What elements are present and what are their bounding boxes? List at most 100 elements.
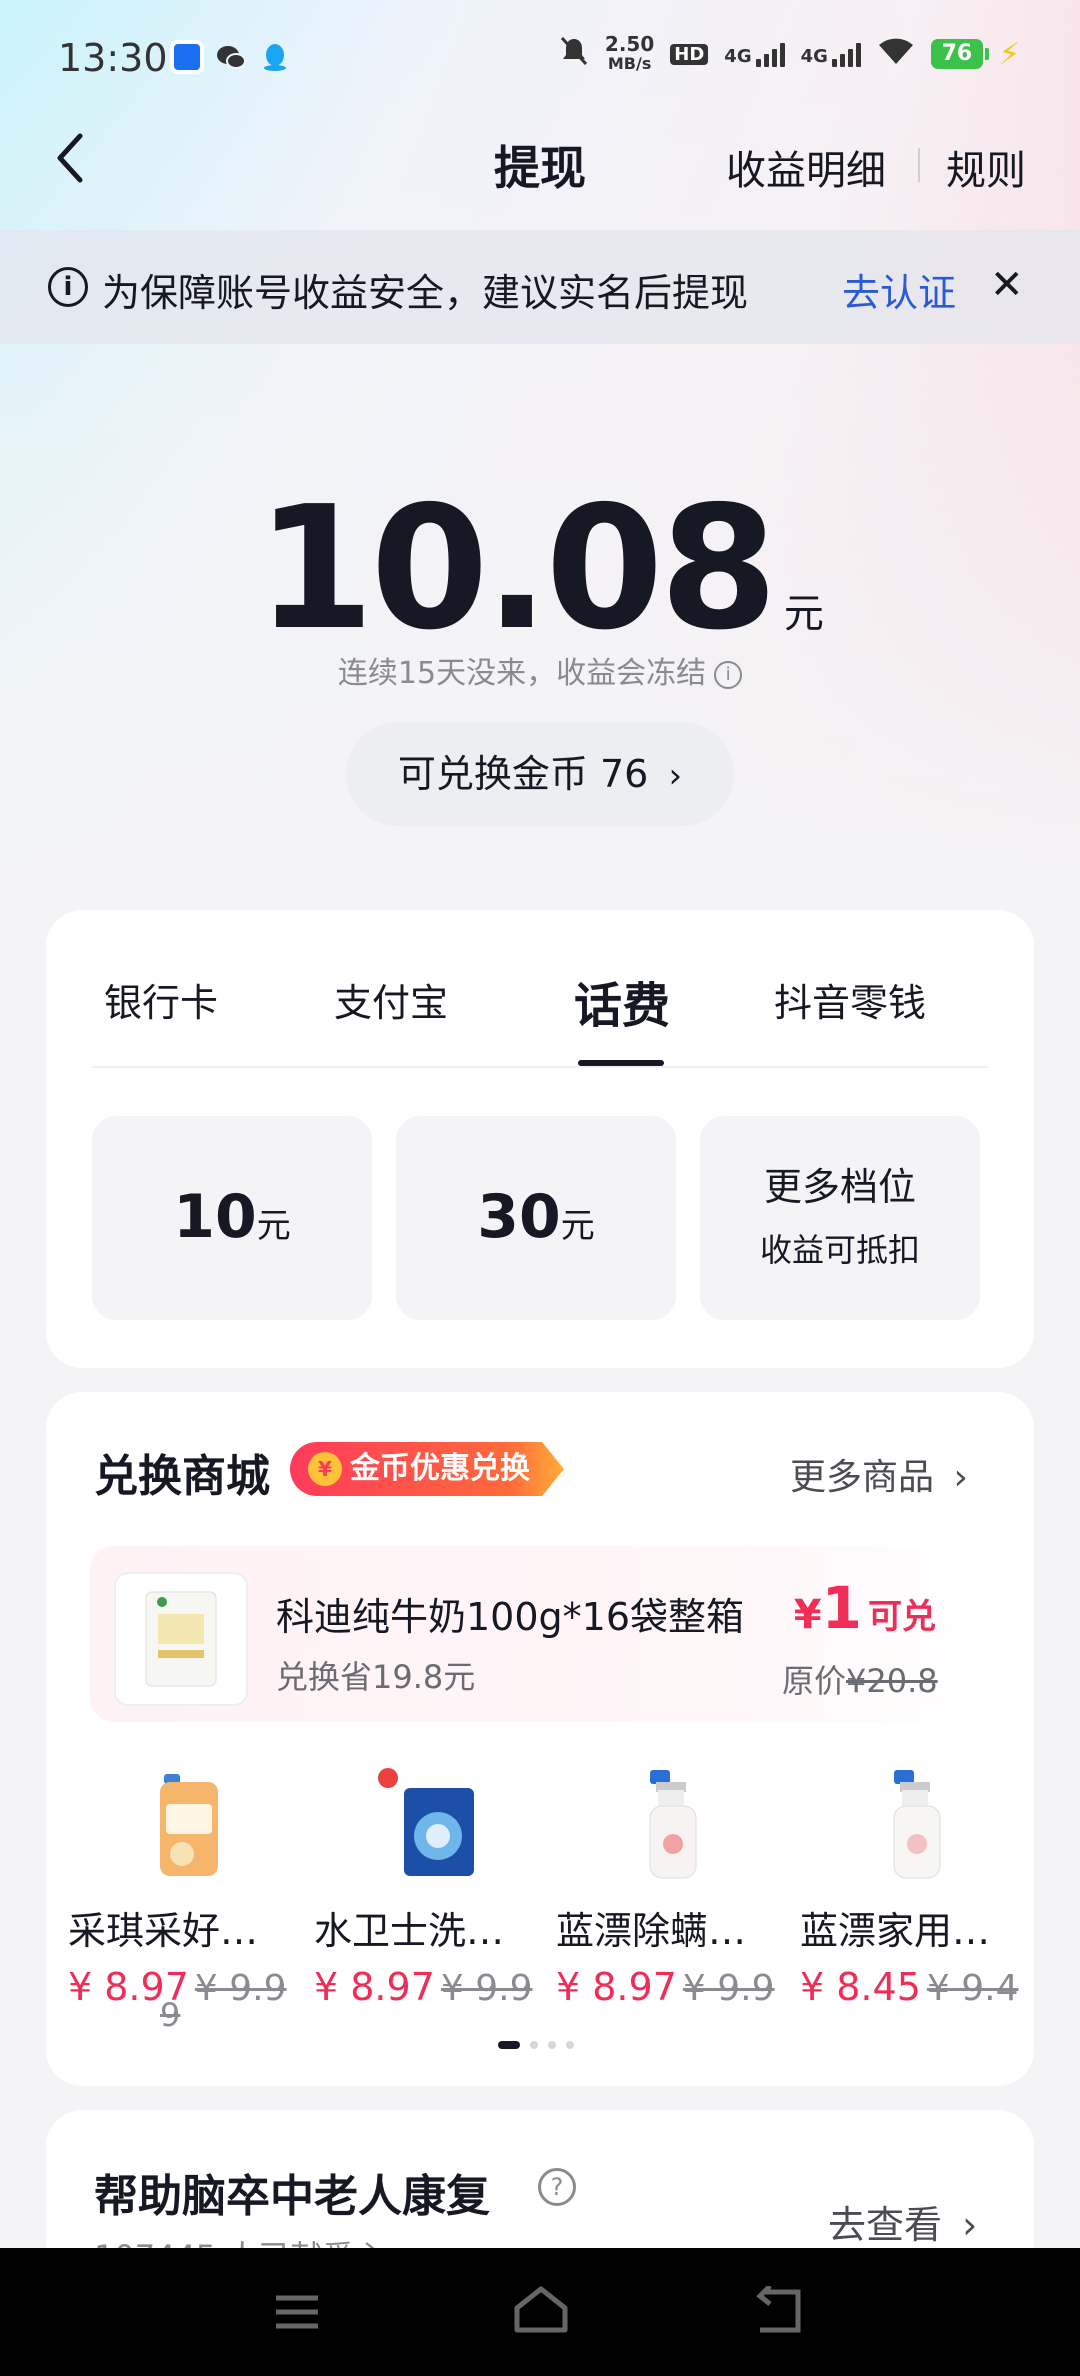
freeze-tip-text: 连续15天没来，收益会冻结	[337, 656, 707, 691]
featured-price: ¥1 可兑	[794, 1574, 936, 1642]
active-tab-indicator	[578, 1060, 664, 1066]
milk-product-image	[114, 1572, 248, 1706]
price-original: ¥ 9.9	[194, 1968, 287, 2009]
badge-label: 金币优惠兑换	[350, 1451, 530, 1486]
price-original: ¥ 9.9	[682, 1968, 775, 2009]
balance-unit: 元	[783, 591, 824, 637]
product-image	[122, 1764, 242, 1884]
price-original: ¥ 9.4	[926, 1968, 1019, 2009]
product-name: 蓝漂家用…	[800, 1909, 991, 1953]
info-icon: i	[48, 267, 88, 307]
header-divider	[918, 148, 920, 182]
page-dot	[530, 2041, 538, 2049]
product-image	[368, 1764, 488, 1884]
net-speed: 2.50	[604, 32, 655, 56]
product-price: ¥ 8.97 ¥ 9.9	[556, 1965, 784, 2009]
option-value: 10	[173, 1182, 257, 1252]
tab-douyin-wallet[interactable]: 抖音零钱	[774, 972, 926, 1027]
more-products-label: 更多商品	[790, 1457, 935, 1498]
rules-link[interactable]: 规则	[946, 138, 1026, 196]
option-unit: 元	[560, 1206, 595, 1246]
home-icon[interactable]	[512, 2284, 570, 2340]
featured-name: 科迪纯牛奶100g*16袋整箱	[276, 1595, 745, 1639]
featured-original-price: 原价¥20.8	[782, 1656, 938, 1702]
charity-title: 帮助脑卒中老人康复	[94, 2171, 490, 2222]
hd-badge: HD	[670, 43, 709, 65]
net-speed-unit: MB/s	[607, 54, 652, 73]
more-tiers-sub: 收益可抵扣	[759, 1231, 920, 1269]
product-item[interactable]: 蓝漂家用… ¥ 8.45 ¥ 9.4	[800, 1764, 1028, 2009]
freeze-tip: 连续15天没来，收益会冻结 i	[0, 648, 1080, 692]
mall-title: 兑换商城	[94, 1451, 270, 1502]
view-charity-link[interactable]: 去查看 ›	[828, 2194, 977, 2249]
mute-icon	[559, 35, 589, 73]
product-price: ¥ 8.97 ¥ 9.9	[314, 1965, 542, 2009]
more-tiers-label: 更多档位	[763, 1165, 916, 1209]
menu-icon[interactable]	[272, 2292, 322, 2336]
tab-phone-credit[interactable]: 话费	[574, 966, 670, 1036]
orig-label: 原价	[782, 1662, 847, 1700]
system-navigation-bar	[0, 2248, 1080, 2376]
price-currency: ¥	[793, 1592, 822, 1638]
featured-savings: 兑换省19.8元	[276, 1658, 476, 1696]
signal-icon-2	[831, 41, 861, 67]
earnings-details-link[interactable]: 收益明细	[726, 138, 886, 196]
coins-label: 可兑换金币 76	[397, 752, 649, 796]
status-bar: 13:30 2.50 MB/s HD 4G 4G 76 ⚡	[0, 0, 1080, 120]
product-price: ¥ 8.45 ¥ 9.4	[800, 1965, 1028, 2009]
price-current: ¥ 8.97	[314, 1965, 435, 2009]
product-item[interactable]: 蓝漂除螨… ¥ 8.97 ¥ 9.9	[556, 1764, 784, 2009]
product-name: 水卫士洗…	[314, 1909, 505, 1953]
balance-amount: 10.08 元	[0, 470, 1080, 668]
tab-alipay[interactable]: 支付宝	[334, 972, 448, 1027]
orig-value: ¥20.8	[846, 1662, 938, 1700]
qq-icon	[258, 40, 292, 74]
notice-text: 为保障账号收益安全，建议实名后提现	[102, 271, 749, 315]
balance-value: 10.08	[256, 470, 778, 668]
more-products-link[interactable]: 更多商品 ›	[790, 1448, 968, 1500]
price-current: ¥ 8.97	[556, 1965, 677, 2009]
price-current: ¥ 8.45	[800, 1965, 921, 2009]
help-question-icon[interactable]: ?	[538, 2168, 576, 2206]
freeze-info-icon[interactable]: i	[714, 660, 743, 689]
product-name: 采琪采好…	[68, 1909, 259, 1953]
status-time: 13:30	[58, 36, 168, 80]
coin-discount-badge: ¥ 金币优惠兑换	[290, 1442, 564, 1496]
tab-divider	[92, 1066, 988, 1068]
tab-bank-card[interactable]: 银行卡	[104, 972, 218, 1027]
view-charity-label: 去查看	[828, 2203, 943, 2247]
network-type-1: 4G	[724, 46, 752, 67]
network-type-2: 4G	[800, 46, 828, 67]
page-dot	[548, 2041, 556, 2049]
wifi-icon	[877, 36, 915, 72]
back-nav-icon[interactable]	[752, 2284, 806, 2340]
page-dot	[566, 2041, 574, 2049]
product-image	[854, 1764, 974, 1884]
chevron-right-icon: ›	[668, 756, 683, 796]
product-item[interactable]: 采琪采好… ¥ 8.97 ¥ 9.9 9	[68, 1764, 296, 2034]
product-price: ¥ 8.97 ¥ 9.9	[68, 1965, 296, 2009]
exchange-coins-button[interactable]: 可兑换金币 76 ›	[346, 722, 734, 826]
close-icon[interactable]: ✕	[990, 262, 1024, 308]
product-item[interactable]: 水卫士洗… ¥ 8.97 ¥ 9.9	[314, 1764, 542, 2009]
chevron-right-icon: ›	[962, 2203, 978, 2247]
signal-icon	[755, 41, 785, 67]
page-indicator	[498, 2041, 574, 2049]
product-image	[610, 1764, 730, 1884]
battery-icon: 76	[930, 39, 989, 69]
wechat-icon	[214, 40, 248, 74]
option-more-tiers[interactable]: 更多档位 收益可抵扣	[700, 1116, 980, 1320]
option-value: 30	[477, 1182, 561, 1252]
coin-icon: ¥	[308, 1452, 342, 1486]
price-original-wrap: 9	[160, 1996, 181, 2034]
option-30-yuan[interactable]: 30元	[396, 1116, 676, 1320]
product-name: 蓝漂除螨…	[556, 1909, 747, 1953]
verify-link[interactable]: 去认证	[842, 262, 956, 317]
price-original: ¥ 9.9	[440, 1968, 533, 2009]
charging-icon: ⚡	[998, 36, 1020, 72]
page-dot-active	[498, 2041, 520, 2049]
status-indicators: 2.50 MB/s HD 4G 4G 76 ⚡	[559, 34, 1020, 74]
option-10-yuan[interactable]: 10元	[92, 1116, 372, 1320]
option-unit: 元	[256, 1206, 291, 1246]
chevron-right-icon: ›	[953, 1457, 968, 1498]
